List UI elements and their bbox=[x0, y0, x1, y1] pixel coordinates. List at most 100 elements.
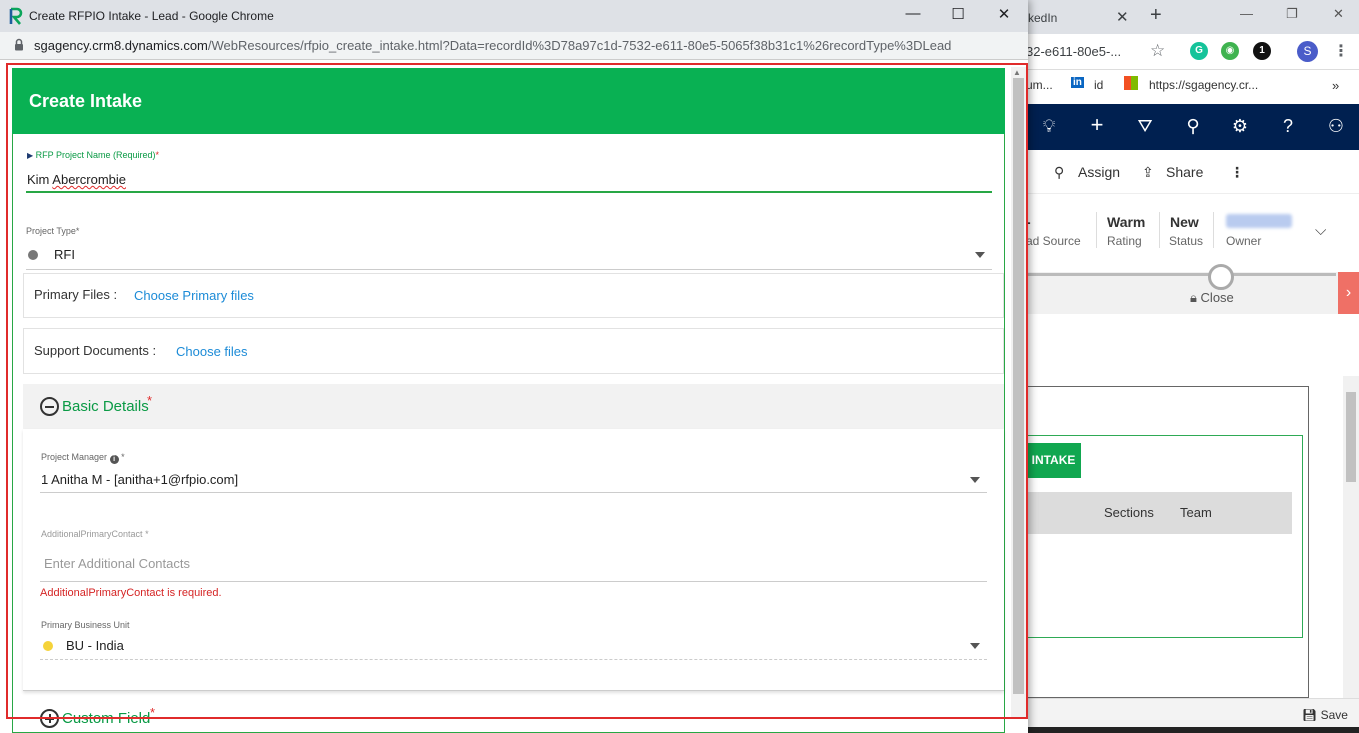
more-bookmarks-icon[interactable]: » bbox=[1332, 78, 1339, 93]
profile-avatar[interactable]: S bbox=[1297, 41, 1318, 62]
additional-contact-underline bbox=[40, 581, 987, 582]
basic-details-title: Basic Details bbox=[62, 398, 149, 415]
rfp-name-label-text: RFP Project Name (Required) bbox=[35, 150, 156, 160]
popup-url[interactable]: sgagency.crm8.dynamics.com/WebResources/… bbox=[34, 38, 951, 53]
bpf-stage-marker[interactable] bbox=[1208, 264, 1234, 290]
save-label: Save bbox=[1320, 708, 1348, 722]
background-url[interactable]: 32-e611-80e5-... bbox=[1026, 44, 1121, 59]
rfp-name-underline bbox=[26, 191, 992, 193]
bookmark-item[interactable]: id bbox=[1094, 78, 1103, 92]
bookmark-star-icon[interactable]: ☆ bbox=[1150, 41, 1165, 61]
bpf-stage-close[interactable]: 🔒︎ Close bbox=[1190, 290, 1234, 306]
create-intake-button[interactable]: INTAKE bbox=[1026, 443, 1081, 478]
maximize-icon[interactable]: ☐ bbox=[948, 5, 968, 23]
save-button[interactable]: 💾︎ Save bbox=[1302, 708, 1348, 722]
new-tab-icon[interactable]: + bbox=[1150, 4, 1162, 27]
rating-value: Warm bbox=[1107, 214, 1146, 230]
status-label: Status bbox=[1169, 234, 1204, 248]
project-type-label: Project Type* bbox=[26, 226, 79, 236]
lead-source-label: ad Source bbox=[1026, 234, 1081, 248]
background-tab[interactable]: kedIn ✕ bbox=[1026, 2, 1138, 34]
business-unit-select[interactable]: BU - India bbox=[66, 638, 124, 653]
tab-team[interactable]: Team bbox=[1180, 505, 1212, 520]
lightbulb-icon[interactable]: 💡︎ bbox=[1038, 116, 1060, 137]
tab-sections[interactable]: Sections bbox=[1104, 505, 1154, 520]
additional-contact-input[interactable]: Enter Additional Contacts bbox=[44, 556, 190, 571]
owner-label: Owner bbox=[1226, 234, 1262, 248]
settings-icon[interactable]: ⚙ bbox=[1229, 116, 1251, 137]
lock-icon bbox=[15, 38, 23, 51]
expand-icon[interactable] bbox=[40, 709, 59, 728]
help-icon[interactable]: ? bbox=[1277, 116, 1299, 137]
modal-title: Create Intake bbox=[29, 91, 143, 111]
business-unit-dot bbox=[43, 641, 53, 651]
share-button[interactable]: Share bbox=[1166, 164, 1203, 180]
extension-icon[interactable]: ◉ bbox=[1221, 42, 1239, 60]
required-mark: * bbox=[121, 452, 125, 462]
modal-header bbox=[12, 68, 1005, 134]
owner-value-redacted[interactable] bbox=[1226, 214, 1292, 228]
url-host: sgagency.crm8.dynamics.com bbox=[34, 38, 208, 53]
minimize-icon[interactable]: — bbox=[903, 5, 923, 22]
scroll-up-icon[interactable]: ▲ bbox=[1013, 68, 1021, 77]
project-manager-select[interactable]: 1 Anitha M - [anitha+1@rfpio.com] bbox=[41, 472, 238, 487]
choose-files-link[interactable]: Choose files bbox=[176, 344, 248, 359]
restore-icon[interactable]: ❐ bbox=[1286, 6, 1298, 22]
popup-scrollbar-thumb[interactable] bbox=[1013, 78, 1024, 694]
required-mark: * bbox=[147, 393, 153, 408]
close-window-icon[interactable]: ✕ bbox=[994, 5, 1014, 23]
bookmark-item[interactable]: um... bbox=[1026, 78, 1053, 92]
bpf-track bbox=[1026, 273, 1336, 276]
header-divider bbox=[1213, 212, 1214, 248]
support-documents-box bbox=[23, 328, 1004, 374]
choose-primary-files-link[interactable]: Choose Primary files bbox=[134, 288, 254, 303]
user-icon[interactable]: ⚇ bbox=[1325, 116, 1347, 137]
rfp-name-first: Kim bbox=[27, 172, 50, 187]
rfpio-logo-icon bbox=[9, 7, 23, 25]
plus-icon[interactable]: + bbox=[1086, 112, 1108, 138]
close-window-icon[interactable]: ✕ bbox=[1333, 6, 1344, 22]
project-manager-underline bbox=[40, 492, 987, 493]
popup-browser-window: Create RFPIO Intake - Lead - Google Chro… bbox=[0, 0, 1028, 733]
share-icon: ⇪ bbox=[1142, 164, 1154, 180]
business-unit-label: Primary Business Unit bbox=[41, 620, 130, 630]
project-type-select[interactable]: RFI bbox=[54, 247, 75, 262]
chevron-down-icon[interactable] bbox=[975, 252, 985, 258]
assign-icon: ⚲ bbox=[1054, 164, 1065, 180]
more-commands-icon[interactable]: ⋮ bbox=[1230, 164, 1244, 181]
save-icon: 💾︎ bbox=[1302, 708, 1318, 722]
chevron-right-icon[interactable]: › bbox=[1338, 272, 1359, 314]
additional-contact-label-text: AdditionalPrimaryContact bbox=[41, 529, 143, 539]
grammarly-icon[interactable]: G bbox=[1190, 42, 1208, 60]
project-type-dot bbox=[28, 250, 38, 260]
collapse-icon[interactable] bbox=[40, 397, 59, 416]
bpf-stage-label: Close bbox=[1200, 290, 1234, 305]
chrome-menu-icon[interactable]: ⋮ bbox=[1333, 41, 1349, 61]
chevron-down-icon[interactable] bbox=[970, 643, 980, 649]
header-divider bbox=[1096, 212, 1097, 248]
basic-details-header[interactable] bbox=[23, 384, 1004, 429]
chevron-down-icon[interactable] bbox=[970, 477, 980, 483]
additional-contact-error: AdditionalPrimaryContact is required. bbox=[40, 587, 222, 599]
background-scrollbar-thumb[interactable] bbox=[1346, 392, 1356, 482]
project-type-underline bbox=[26, 269, 992, 270]
header-divider bbox=[1159, 212, 1160, 248]
status-value: New bbox=[1170, 214, 1199, 230]
rfp-name-input[interactable]: Kim Abercrombie bbox=[27, 172, 126, 187]
rating-label: Rating bbox=[1107, 234, 1142, 248]
bookmark-item[interactable]: https://sgagency.cr... bbox=[1149, 78, 1258, 92]
url-path: /WebResources/rfpio_create_intake.html?D… bbox=[207, 38, 952, 53]
chevron-down-icon[interactable]: ⌵ bbox=[1315, 222, 1326, 239]
filter-icon[interactable]: ⛛ bbox=[1134, 116, 1156, 137]
close-tab-icon[interactable]: ✕ bbox=[1116, 8, 1129, 26]
rfp-name-label: ▶︎ RFP Project Name (Required)* bbox=[27, 150, 159, 160]
custom-field-title[interactable]: Custom Field bbox=[62, 710, 150, 727]
rfp-name-last: Abercrombie bbox=[52, 172, 126, 187]
popup-title-bar: Create RFPIO Intake - Lead - Google Chro… bbox=[0, 0, 1028, 32]
minimize-icon[interactable]: — bbox=[1240, 6, 1253, 21]
project-manager-label: Project Manager i * bbox=[41, 452, 125, 464]
extension-badge-icon[interactable]: 1 bbox=[1253, 42, 1271, 60]
info-icon[interactable]: i bbox=[109, 455, 119, 464]
assistant-icon[interactable]: ⚲ bbox=[1182, 116, 1204, 137]
assign-button[interactable]: Assign bbox=[1078, 164, 1120, 180]
